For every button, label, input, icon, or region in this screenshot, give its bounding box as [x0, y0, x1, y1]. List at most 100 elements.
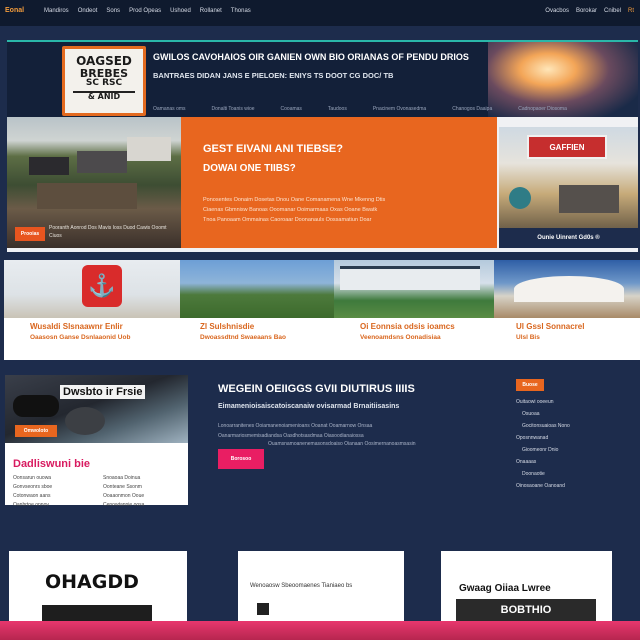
promo-panel: GEST EIVANI ANI TIEBSE? DOWAI ONE TIIBS?…	[181, 117, 497, 248]
photo-caption: Pooranth Aonrod Dos Mavis Ioss Duod Cawi…	[49, 225, 167, 239]
strip-caption[interactable]: Wusaldi Slsnaawnr Enlir Oaasosn Ganse Ds…	[4, 322, 200, 341]
strip-caption[interactable]: Oi Eonnsia odsis ioamcs Veenoamdsns Oona…	[360, 322, 516, 341]
main-nav: Mandiros Ondeot Sons Prod Opeas Ushoed R…	[44, 8, 251, 14]
event-card-link[interactable]: Cotonwaon aans	[13, 493, 93, 499]
caption-subtitle: Ulsl Bis	[516, 334, 540, 341]
promo-subtitle: DOWAI ONE TIIBS?	[203, 163, 296, 174]
strip-caption[interactable]: Ul Gssl Sonnacrel Ulsl Bis	[516, 322, 636, 341]
event-card-link[interactable]: Gonvseonrs sboe	[13, 484, 93, 490]
nav-item[interactable]: Prod Opeas	[129, 8, 161, 14]
diner-caption: Ounie Uinrent Gd0s ®	[499, 228, 638, 248]
hero-link[interactable]: Pnacinem Ovonasedma	[373, 106, 426, 112]
bottom-card-text: Wenoaosw Sbeoomaenes Tianiaeo bs	[250, 583, 353, 589]
sidebar-item[interactable]: Onaaaas	[516, 459, 634, 465]
caption-subtitle: Oaasosn Ganse Dsnlaaonid Uob	[30, 334, 131, 341]
diner-photo[interactable]: GAFFIEN Ounie Uinrent Gd0s ®	[499, 127, 638, 248]
event-card-heading: Dadliswuni bie	[13, 458, 91, 470]
bottom-card[interactable]: Wenoaosw Sbeoomaenes Tianiaeo bs	[238, 551, 404, 621]
promo-text-line: Ciaenas Gbmnisw Banoas Ooomanar Ooimarma…	[203, 207, 378, 213]
hero-link[interactable]: Chanogos Daaipa	[452, 106, 492, 112]
sidebar-item[interactable]: Oinosaoane Oanoand	[516, 483, 634, 489]
caption-title: Ul Gssl Sonnacrel	[516, 322, 585, 331]
bottom-card-title: OHAGDD	[45, 571, 139, 593]
event-card-link[interactable]: Oanbrtoe onnov	[13, 502, 93, 508]
event-card-link[interactable]: Ooaaonmon Ooue	[103, 493, 183, 499]
utility-link[interactable]: Ovacbos	[545, 8, 569, 14]
nav-item[interactable]: Ushoed	[170, 8, 191, 14]
nav-item[interactable]: Ondeot	[78, 8, 98, 14]
logo-line: OAGSED	[76, 54, 132, 68]
event-card-column: Snoaoaa Doinua Oonteane Ssonm Ooaaonmon …	[103, 475, 183, 511]
bottom-card-title: Gwaag Oiiaa Lwree	[459, 583, 551, 594]
hero-header: OAGSED BREBES SC RSC & ANID GWILOS CAVOH…	[7, 40, 638, 118]
bottom-card-icon	[257, 603, 269, 615]
destination-strip: ⚓ Wusaldi Slsnaawnr Enlir Oaasosn Ganse …	[4, 260, 640, 360]
event-card-link[interactable]: Snoaoaa Doinua	[103, 475, 183, 481]
nav-item[interactable]: Sons	[106, 8, 120, 14]
utility-link[interactable]: Borokar	[576, 8, 597, 14]
caption-title: Oi Eonnsia odsis ioamcs	[360, 322, 455, 331]
section-title: WEGEIN OEIIGGS GVII DIUTIRUS IIIIS	[218, 383, 415, 395]
utility-link[interactable]: Cnibel	[604, 8, 621, 14]
bottom-card-button[interactable]: BOBTHIO	[456, 599, 596, 621]
hero-link[interactable]: Oamanas oms	[153, 106, 186, 112]
section-text-line: Lonoarranitenes Ooiamanenoiamenioans Ooa…	[218, 423, 373, 429]
hero-logo-badge[interactable]: OAGSED BREBES SC RSC & ANID	[62, 46, 146, 116]
utility-link-accent[interactable]: Rt	[628, 8, 634, 14]
photo-badge[interactable]: Prooias	[15, 227, 45, 241]
hero-title: GWILOS CAVOHAIOS OIR GANIEN OWN BIO ORIA…	[153, 52, 469, 62]
utility-nav: Ovacbos Borokar Cnibel Rt	[545, 8, 634, 14]
event-card-badge[interactable]: Omwoloto	[15, 425, 57, 437]
hero-link[interactable]: Taudoos	[328, 106, 347, 112]
strip-image-aircraft[interactable]: ⚓	[4, 260, 180, 318]
event-card-link[interactable]: Cenowtannie oosa	[103, 502, 183, 508]
bottom-card-bar	[42, 605, 152, 621]
nav-item[interactable]: Rollanet	[200, 8, 222, 14]
event-card-image-title: Dwsbto ir Frsie	[60, 385, 146, 399]
section-text-line: Oanarmariosmemisadiandsa Oasdhotsasdmaa …	[218, 433, 364, 439]
sidebar-item[interactable]: Gioomeonr Dnio	[516, 447, 634, 453]
promo-title: GEST EIVANI ANI TIEBSE?	[203, 143, 343, 155]
strip-caption[interactable]: Zl Sulshnisdie Dwoassdtnd Swaeaans Bao	[200, 322, 360, 341]
hero-link[interactable]: Cooamas	[281, 106, 302, 112]
strip-images: ⚓	[4, 260, 640, 318]
sidebar-badge[interactable]: Buose	[516, 379, 544, 391]
hero-link[interactable]: Donalti Toanis wioe	[212, 106, 255, 112]
sidebar-item[interactable]: Ouitaowi ooeeun	[516, 399, 634, 405]
sidebar-item[interactable]: Oposnnwanad	[516, 435, 634, 441]
event-card-link[interactable]: Oonsarun ouowa	[13, 475, 93, 481]
hero-links: Oamanas oms Donalti Toanis wioe Cooamas …	[153, 106, 567, 112]
event-card-image[interactable]: Dwsbto ir Frsie Omwoloto	[5, 375, 188, 443]
caption-subtitle: Veenoamdsns Oonadisiaa	[360, 334, 441, 341]
event-card[interactable]: Dwsbto ir Frsie Omwoloto Dadliswuni bie …	[5, 375, 188, 508]
hero-subtitle: BANTRAES DIDAN JANS E PIELOEN: ENIYS TS …	[153, 71, 394, 80]
event-card-link[interactable]: Oonteane Ssonm	[103, 484, 183, 490]
bottom-card[interactable]: Gwaag Oiiaa Lwree BOBTHIO	[441, 551, 612, 621]
caption-subtitle: Dwoassdtnd Swaeaans Bao	[200, 334, 286, 341]
sidebar-item[interactable]: Gocitonsuaioas Nono	[516, 423, 634, 429]
strip-image-trees[interactable]	[180, 260, 334, 318]
cta-button[interactable]: Borosoo	[218, 449, 264, 469]
section-subtitle: Eimamenioisaiscatoiscanaiw ovisarmad Brn…	[218, 403, 400, 410]
promo-text-line: Ponosentes Oonaim Dosetas Dnou Oane Coma…	[203, 197, 386, 203]
sidebar-list: Buose Ouitaowi ooeeun Osuoaa Gocitonsuai…	[516, 373, 634, 495]
parking-lot-photo[interactable]: Prooias Pooranth Aonrod Dos Mavis Ioss D…	[7, 117, 181, 248]
sidebar-item[interactable]: Doonaotie	[516, 471, 634, 477]
footer-bar	[0, 621, 640, 640]
strip-image-tent[interactable]	[494, 260, 640, 318]
location-pin-icon: ⚓	[82, 265, 122, 307]
diner-sign: GAFFIEN	[527, 135, 607, 159]
strip-image-building[interactable]	[334, 260, 494, 318]
sidebar-item[interactable]: Osuoaa	[516, 411, 634, 417]
caption-title: Zl Sulshnisdie	[200, 322, 255, 331]
site-logo[interactable]: Eonal	[5, 7, 24, 14]
bottom-card[interactable]: OHAGDD	[9, 551, 187, 621]
hero-link[interactable]: Cadnopaoer Diosoma	[518, 106, 567, 112]
nav-item[interactable]: Thonas	[231, 8, 251, 14]
event-card-column: Oonsarun ouowa Gonvseonrs sboe Cotonwaon…	[13, 475, 93, 511]
section-text-line: Ouamsnamoanenemasonsdoaiso Oianaan Oosim…	[268, 441, 416, 447]
logo-line: SC RSC	[85, 78, 123, 89]
top-nav-bar: Eonal Mandiros Ondeot Sons Prod Opeas Us…	[0, 0, 640, 26]
logo-line: & ANID	[73, 90, 135, 101]
nav-item[interactable]: Mandiros	[44, 8, 69, 14]
